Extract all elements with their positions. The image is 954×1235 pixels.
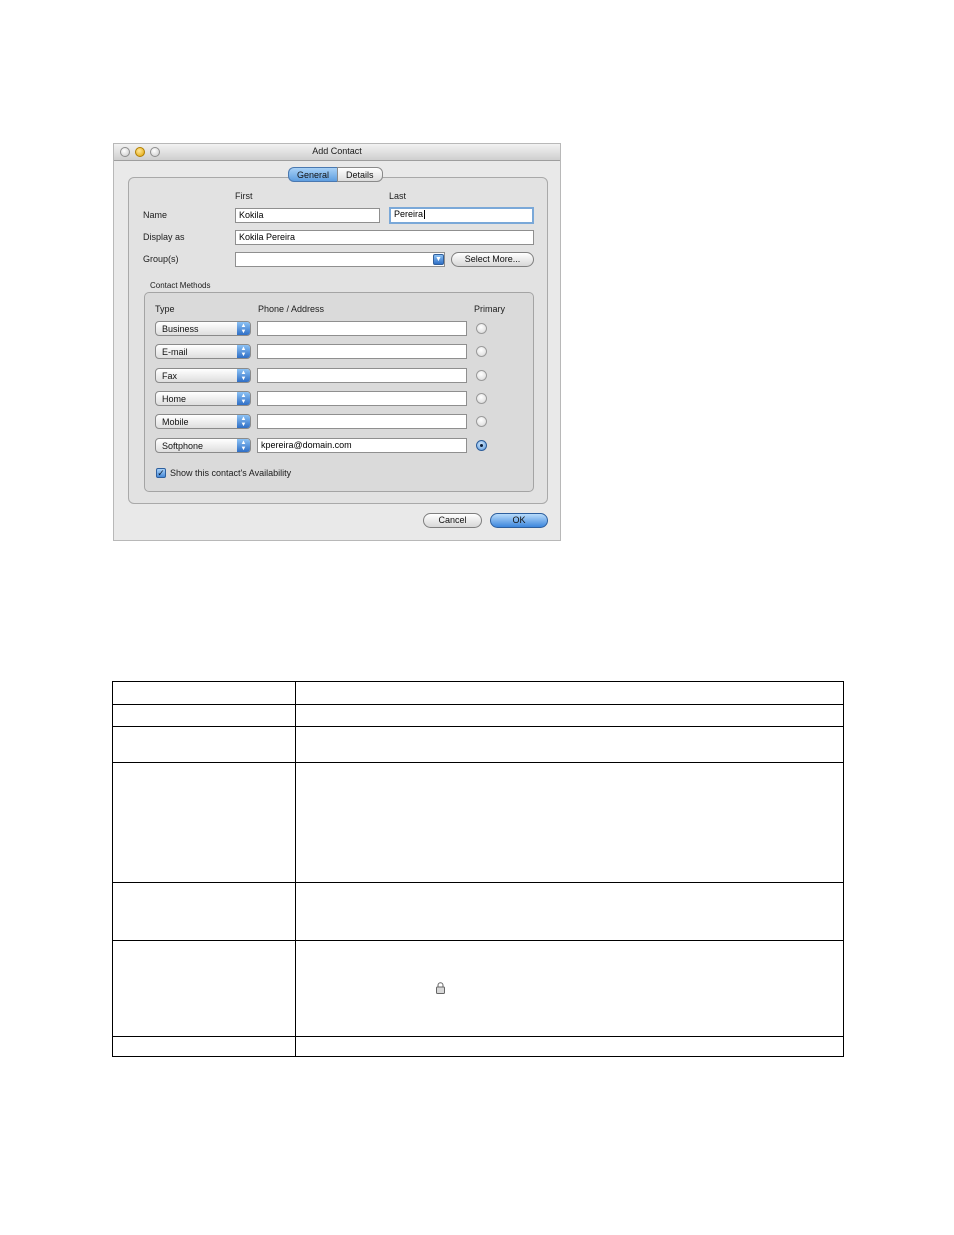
groups-combo[interactable] bbox=[235, 252, 445, 267]
add-contact-window: Add Contact General Details First Last N… bbox=[113, 143, 561, 541]
text-caret bbox=[424, 210, 426, 220]
table-row-divider bbox=[113, 726, 843, 727]
type-select-value: Mobile bbox=[162, 417, 189, 427]
table-row-divider bbox=[113, 940, 843, 941]
table-row-divider bbox=[113, 704, 843, 705]
type-select-value: Fax bbox=[162, 371, 178, 381]
groups-label: Group(s) bbox=[143, 254, 179, 264]
window-title: Add Contact bbox=[312, 146, 362, 156]
display-as-label: Display as bbox=[143, 232, 185, 242]
cancel-button[interactable]: Cancel bbox=[423, 513, 482, 528]
up-down-arrows-icon: ▲ ▼ bbox=[237, 369, 250, 382]
up-down-arrows-icon: ▲ ▼ bbox=[237, 439, 250, 452]
first-name-field[interactable]: Kokila bbox=[235, 208, 380, 223]
primary-radio[interactable] bbox=[476, 416, 487, 427]
type-select-home[interactable]: Home ▲ ▼ bbox=[155, 391, 251, 406]
type-column-label: Type bbox=[155, 304, 175, 314]
last-name-field[interactable]: Pereira bbox=[389, 207, 534, 224]
type-select-business[interactable]: Business ▲ ▼ bbox=[155, 321, 251, 336]
address-field[interactable] bbox=[257, 414, 467, 429]
table-column-divider bbox=[295, 682, 296, 1056]
title-bar[interactable]: Add Contact bbox=[114, 144, 560, 161]
primary-radio-selected[interactable] bbox=[476, 440, 487, 451]
type-select-fax[interactable]: Fax ▲ ▼ bbox=[155, 368, 251, 383]
tab-general[interactable]: General bbox=[288, 167, 338, 182]
tab-details[interactable]: Details bbox=[337, 167, 383, 182]
type-select-mobile[interactable]: Mobile ▲ ▼ bbox=[155, 414, 251, 429]
type-select-value: Softphone bbox=[162, 441, 204, 451]
address-column-label: Phone / Address bbox=[258, 304, 325, 314]
last-column-label: Last bbox=[389, 191, 407, 201]
address-field[interactable] bbox=[257, 321, 467, 336]
address-field[interactable] bbox=[257, 344, 467, 359]
address-field[interactable] bbox=[257, 391, 467, 406]
lock-icon bbox=[436, 982, 445, 994]
display-as-field[interactable]: Kokila Pereira bbox=[235, 230, 534, 245]
primary-radio[interactable] bbox=[476, 346, 487, 357]
first-column-label: First bbox=[235, 191, 253, 201]
table-row-divider bbox=[113, 1036, 843, 1037]
last-name-value: Pereira bbox=[394, 209, 424, 219]
primary-radio[interactable] bbox=[476, 370, 487, 381]
availability-checkbox[interactable]: ✓ bbox=[156, 468, 166, 478]
field-description-table bbox=[112, 681, 844, 1057]
table-row-divider bbox=[113, 882, 843, 883]
type-select-value: Business bbox=[162, 324, 199, 334]
tab-bar: General Details bbox=[288, 167, 383, 182]
up-down-arrows-icon: ▲ ▼ bbox=[237, 392, 250, 405]
chevron-down-icon[interactable]: ▼ bbox=[433, 254, 444, 265]
address-field[interactable] bbox=[257, 368, 467, 383]
contact-methods-legend: Contact Methods bbox=[150, 281, 211, 290]
type-select-softphone[interactable]: Softphone ▲ ▼ bbox=[155, 438, 251, 453]
up-down-arrows-icon: ▲ ▼ bbox=[237, 322, 250, 335]
primary-radio[interactable] bbox=[476, 393, 487, 404]
table-row-divider bbox=[113, 762, 843, 763]
type-select-email[interactable]: E-mail ▲ ▼ bbox=[155, 344, 251, 359]
primary-column-label: Primary bbox=[474, 304, 505, 314]
name-label: Name bbox=[143, 210, 168, 220]
type-select-value: E-mail bbox=[162, 347, 188, 357]
type-select-value: Home bbox=[162, 394, 187, 404]
primary-radio[interactable] bbox=[476, 323, 487, 334]
select-more-button[interactable]: Select More... bbox=[451, 252, 534, 267]
up-down-arrows-icon: ▲ ▼ bbox=[237, 345, 250, 358]
availability-label: Show this contact's Availability bbox=[170, 468, 292, 478]
address-field[interactable]: kpereira@domain.com bbox=[257, 438, 467, 453]
up-down-arrows-icon: ▲ ▼ bbox=[237, 415, 250, 428]
ok-button[interactable]: OK bbox=[490, 513, 548, 528]
